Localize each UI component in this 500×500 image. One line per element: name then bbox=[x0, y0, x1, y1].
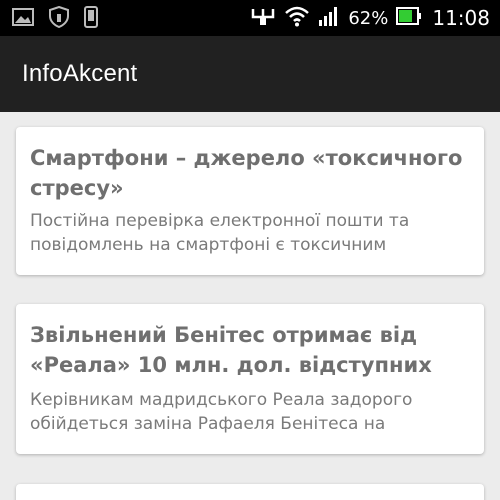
news-card[interactable] bbox=[16, 484, 484, 500]
usb-icon bbox=[250, 5, 276, 31]
clock: 11:08 bbox=[432, 6, 490, 30]
shield-icon bbox=[48, 5, 70, 32]
status-bar: 62% 11:08 bbox=[0, 0, 500, 36]
gallery-icon bbox=[12, 7, 34, 31]
phone-icon bbox=[84, 6, 98, 32]
news-card[interactable]: Смартфони – джерело «токсичного стресу» … bbox=[16, 127, 484, 275]
battery-icon bbox=[396, 5, 422, 31]
app-bar: InfoAkcent bbox=[0, 36, 500, 112]
notification-icons bbox=[12, 5, 98, 32]
system-icons: 62% 11:08 bbox=[250, 4, 490, 32]
news-card-summary: Керівникам мадридського Реала задорого о… bbox=[30, 390, 413, 434]
battery-percent: 62% bbox=[348, 7, 389, 29]
wifi-icon bbox=[284, 5, 310, 31]
news-card-title: Смартфони – джерело «токсичного стресу» bbox=[30, 146, 463, 200]
news-card-summary: Постійна перевірка електронної пошти та … bbox=[30, 211, 410, 255]
news-card-title: Звільнений Бенітес отримає від «Реала» 1… bbox=[30, 323, 432, 377]
news-card[interactable]: Звільнений Бенітес отримає від «Реала» 1… bbox=[16, 304, 484, 454]
app-title: InfoAkcent bbox=[22, 60, 138, 87]
news-feed[interactable]: Смартфони – джерело «токсичного стресу» … bbox=[0, 112, 500, 500]
signal-icon bbox=[318, 5, 340, 31]
